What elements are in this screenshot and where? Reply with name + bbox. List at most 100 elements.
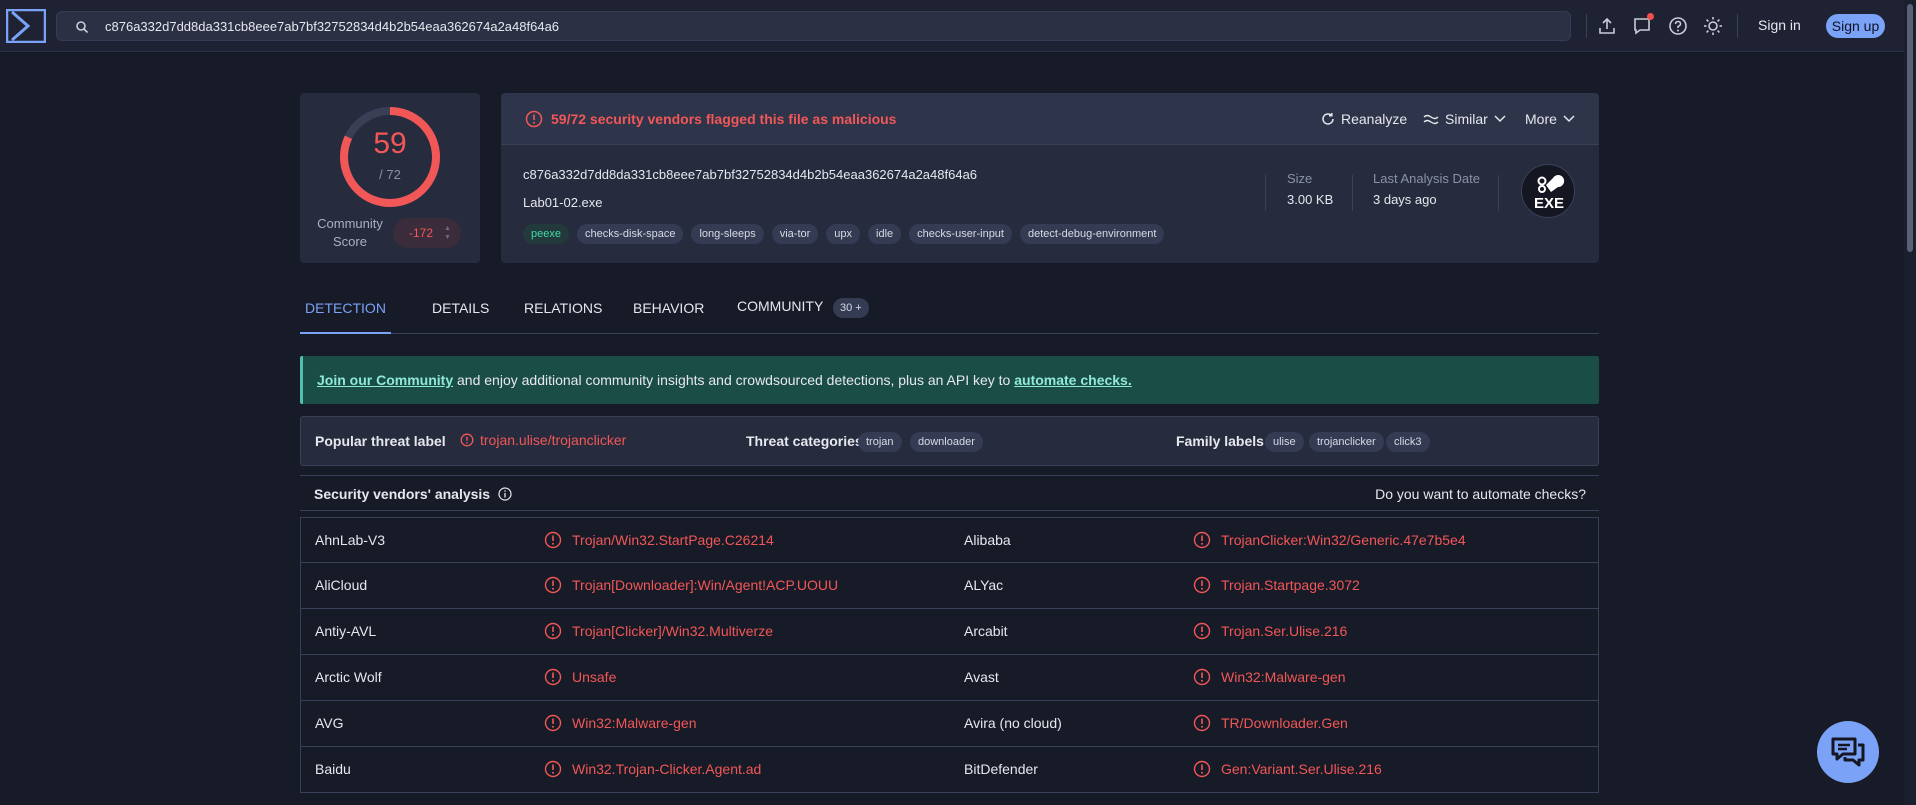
file-summary-card: 59/72 security vendors flagged this file… bbox=[501, 93, 1599, 263]
more-dropdown[interactable]: More bbox=[1525, 111, 1575, 127]
detection-result: Trojan.Startpage.3072 bbox=[1221, 577, 1360, 593]
tab-detection[interactable]: DETECTION bbox=[300, 300, 391, 334]
file-type-label: EXE bbox=[1534, 195, 1564, 212]
community-score-badge[interactable]: -172 ▲ ▼ bbox=[393, 218, 461, 248]
table-row: Baidu Win32.Trojan-Clicker.Agent.ad BitD… bbox=[300, 747, 1599, 793]
family-label-tag[interactable]: ulise bbox=[1265, 432, 1304, 452]
alert-circle-icon bbox=[1193, 668, 1211, 686]
automate-checks-link[interactable]: automate checks. bbox=[1014, 372, 1132, 388]
similar-label: Similar bbox=[1445, 111, 1488, 127]
vendor-name: Baidu bbox=[315, 761, 351, 777]
alert-circle-icon bbox=[1193, 622, 1211, 640]
vote-arrows-icon[interactable]: ▲ ▼ bbox=[444, 224, 452, 242]
detection-result: Gen:Variant.Ser.Ulise.216 bbox=[1221, 761, 1382, 777]
file-tag[interactable]: idle bbox=[868, 224, 902, 244]
vendor-name: BitDefender bbox=[964, 761, 1038, 777]
search-input[interactable] bbox=[105, 12, 1545, 40]
notifications-button[interactable] bbox=[1632, 13, 1654, 36]
meta-divider bbox=[1498, 175, 1499, 211]
alert-circle-icon bbox=[1193, 576, 1211, 594]
vendor-name: Avira (no cloud) bbox=[964, 715, 1062, 731]
vendors-table: AhnLab-V3 Trojan/Win32.StartPage.C26214 … bbox=[300, 517, 1599, 793]
table-row: Arctic Wolf Unsafe Avast Win32:Malware-g… bbox=[300, 655, 1599, 701]
vendor-name: Avast bbox=[964, 669, 999, 685]
popular-threat-value: trojan.ulise/trojanclicker bbox=[480, 432, 627, 448]
chat-bubbles-icon bbox=[1831, 737, 1865, 767]
tab-label: RELATIONS bbox=[524, 300, 603, 316]
meta-divider bbox=[1352, 175, 1353, 211]
size-label: Size bbox=[1287, 171, 1313, 186]
upload-icon[interactable] bbox=[1597, 16, 1617, 36]
file-tag[interactable]: checks-disk-space bbox=[576, 224, 684, 244]
file-tag[interactable]: upx bbox=[826, 224, 861, 244]
family-label-tag[interactable]: click3 bbox=[1386, 432, 1430, 452]
tab-behavior[interactable]: BEHAVIOR bbox=[633, 300, 704, 334]
vendor-result: Trojan/Win32.StartPage.C26214 bbox=[544, 531, 774, 549]
threat-category-tag[interactable]: trojan bbox=[858, 432, 902, 452]
file-tag[interactable]: long-sleeps bbox=[691, 224, 764, 244]
detection-count: 59 bbox=[373, 127, 407, 160]
threat-categories-title: Threat categories bbox=[746, 433, 863, 449]
tab-relations[interactable]: RELATIONS bbox=[524, 300, 602, 334]
theme-toggle-icon[interactable] bbox=[1703, 16, 1723, 36]
join-community-link[interactable]: Join our Community bbox=[317, 372, 453, 388]
automate-checks-prompt[interactable]: Do you want to automate checks? bbox=[1375, 486, 1586, 502]
sign-up-button[interactable]: Sign up bbox=[1826, 14, 1885, 38]
sign-in-link[interactable]: Sign in bbox=[1758, 17, 1801, 33]
reanalyze-button[interactable]: Reanalyze bbox=[1321, 111, 1407, 127]
file-tag[interactable]: peexe bbox=[523, 224, 569, 244]
vendor-result: Trojan[Downloader]:Win/Agent!ACP.UOUU bbox=[544, 576, 838, 594]
file-name: Lab01-02.exe bbox=[523, 195, 603, 210]
alert-circle-icon bbox=[544, 622, 562, 640]
help-icon[interactable] bbox=[1668, 16, 1688, 36]
banner-text: and enjoy additional community insights … bbox=[453, 372, 1015, 388]
table-row: AliCloud Trojan[Downloader]:Win/Agent!AC… bbox=[300, 563, 1599, 609]
tab-label: BEHAVIOR bbox=[633, 300, 705, 316]
info-icon[interactable] bbox=[498, 487, 512, 501]
vendor-name: AhnLab-V3 bbox=[315, 532, 386, 548]
file-tag[interactable]: via-tor bbox=[771, 224, 819, 244]
vendor-name: Arcabit bbox=[964, 623, 1008, 639]
family-label-tag[interactable]: trojanclicker bbox=[1309, 432, 1384, 452]
alert-circle-icon bbox=[460, 433, 474, 447]
vendor-result: Win32.Trojan-Clicker.Agent.ad bbox=[544, 760, 761, 778]
gear-icon: EXE bbox=[1534, 175, 1565, 212]
file-tags: peexe checks-disk-space long-sleeps via-… bbox=[523, 224, 1165, 244]
exe-file-icon: EXE bbox=[1521, 164, 1575, 218]
popular-threat-label[interactable]: trojan.ulise/trojanclicker bbox=[460, 432, 626, 448]
similar-icon bbox=[1423, 114, 1439, 125]
detection-result: Win32.Trojan-Clicker.Agent.ad bbox=[572, 761, 762, 777]
threat-category-tag[interactable]: downloader bbox=[910, 432, 983, 452]
detection-result: Win32:Malware-gen bbox=[1221, 669, 1346, 685]
file-hash[interactable]: c876a332d7dd8da331cb8eee7ab7bf32752834d4… bbox=[523, 167, 977, 182]
vendor-result: Trojan.Ser.Ulise.216 bbox=[1193, 622, 1347, 640]
tab-details[interactable]: DETAILS bbox=[432, 300, 489, 334]
detection-result: Trojan[Downloader]:Win/Agent!ACP.UOUU bbox=[572, 577, 839, 593]
chat-support-button[interactable] bbox=[1817, 721, 1879, 783]
alert-header: 59/72 security vendors flagged this file… bbox=[501, 93, 1599, 145]
vendors-title-text: Security vendors' analysis bbox=[314, 486, 491, 502]
page-scrollbar[interactable] bbox=[1904, 0, 1916, 805]
vendor-result: Trojan.Startpage.3072 bbox=[1193, 576, 1360, 594]
malicious-alert-text: 59/72 security vendors flagged this file… bbox=[551, 111, 897, 127]
search-bar[interactable] bbox=[56, 11, 1571, 41]
alert-circle-icon bbox=[1193, 760, 1211, 778]
file-tag[interactable]: checks-user-input bbox=[909, 224, 1012, 244]
vendor-name: Arctic Wolf bbox=[315, 669, 382, 685]
scrollbar-thumb[interactable] bbox=[1907, 4, 1913, 252]
vendor-result: Gen:Variant.Ser.Ulise.216 bbox=[1193, 760, 1382, 778]
tab-community[interactable]: COMMUNITY 30 + bbox=[737, 298, 869, 332]
community-score-label: Community Score bbox=[317, 216, 383, 249]
community-score-value: -172 bbox=[409, 226, 434, 240]
report-tabs: DETECTION DETAILS RELATIONS BEHAVIOR COM… bbox=[300, 296, 1599, 334]
last-analysis-label: Last Analysis Date bbox=[1373, 171, 1480, 186]
file-tag[interactable]: detect-debug-environment bbox=[1020, 224, 1165, 244]
threat-labels-bar: Popular threat label trojan.ulise/trojan… bbox=[300, 416, 1599, 466]
alert-circle-icon bbox=[1193, 531, 1211, 549]
similar-dropdown[interactable]: Similar bbox=[1423, 111, 1506, 127]
detection-result: TR/Downloader.Gen bbox=[1221, 715, 1348, 731]
virustotal-logo[interactable] bbox=[6, 9, 46, 43]
notification-dot bbox=[1647, 13, 1654, 20]
toolbar-divider bbox=[1586, 14, 1587, 38]
alert-circle-icon bbox=[544, 760, 562, 778]
